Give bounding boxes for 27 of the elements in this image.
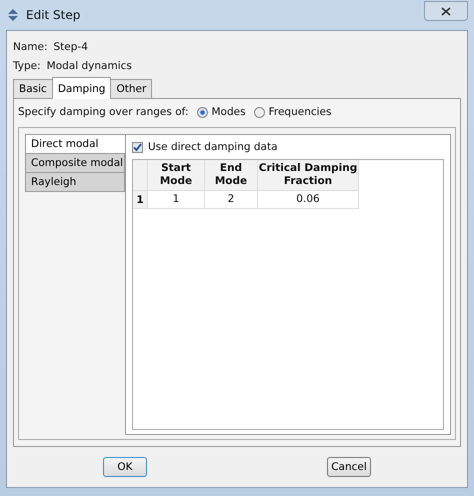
column-header: Critical Damping Fraction: [258, 160, 359, 191]
range-label: Specify damping over ranges of:: [18, 106, 188, 118]
dialog-button[interactable]: OK: [103, 457, 147, 477]
tab[interactable]: Damping: [52, 77, 112, 99]
dialog-button[interactable]: Cancel: [327, 457, 371, 477]
table-cell[interactable]: 0.06: [258, 191, 359, 209]
field-value: Modal dynamics: [46, 60, 132, 72]
radio-option[interactable]: Frequencies: [254, 106, 332, 118]
column-header: End Mode: [205, 160, 258, 191]
row-number: 1: [133, 191, 148, 209]
field-label: Type:: [13, 60, 41, 72]
resize-arrows-icon: [6, 9, 20, 21]
side-tab[interactable]: Composite modal: [25, 153, 125, 173]
tab[interactable]: Basic: [13, 79, 53, 98]
close-icon: [441, 6, 451, 16]
checkbox-option[interactable]: Use direct damping data: [132, 139, 444, 155]
field-label: Name:: [13, 40, 48, 52]
window-title: Edit Step: [26, 8, 80, 22]
side-tab[interactable]: Direct modal: [25, 134, 125, 154]
table-cell[interactable]: 1: [148, 191, 205, 209]
side-tab[interactable]: Rayleigh: [25, 172, 125, 192]
radio-option[interactable]: Modes: [196, 106, 246, 118]
table-cell[interactable]: 2: [205, 191, 258, 209]
close-button[interactable]: [424, 1, 468, 21]
field-value: Step-4: [54, 40, 88, 52]
column-header: Start Mode: [148, 160, 205, 191]
tab[interactable]: Other: [110, 79, 152, 98]
